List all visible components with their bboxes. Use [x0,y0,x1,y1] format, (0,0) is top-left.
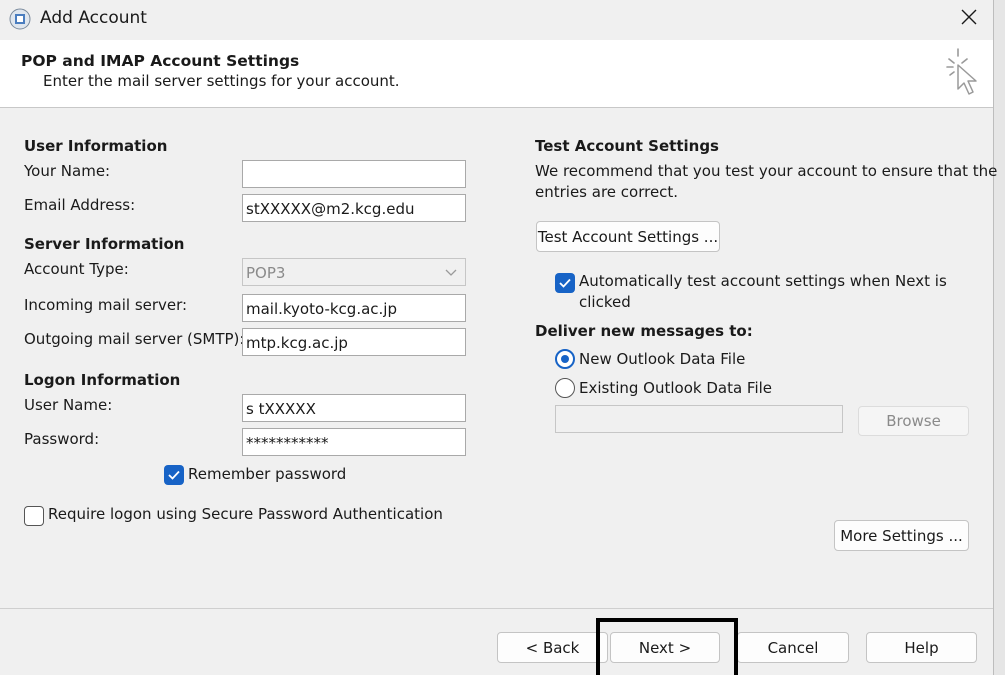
close-icon [960,8,978,30]
spa-checkbox[interactable] [24,506,44,526]
auto-test-label-line1[interactable]: Automatically test account settings when… [579,272,947,290]
radio-new-data-file[interactable] [555,349,575,369]
footer-divider [0,608,993,609]
email-label: Email Address: [24,196,136,214]
auto-test-checkbox[interactable] [555,273,575,293]
outgoing-server-label: Outgoing mail server (SMTP): [24,330,245,348]
user-info-heading: User Information [24,137,168,155]
test-description-line1: We recommend that you test your account … [535,162,998,180]
chevron-down-icon [438,260,464,284]
incoming-server-label: Incoming mail server: [24,296,188,314]
browse-button: Browse [858,406,969,436]
wizard-cursor-icon [942,45,984,99]
help-button[interactable]: Help [866,632,977,663]
password-input[interactable]: *********** [242,428,466,456]
outlook-account-icon [9,8,31,30]
server-info-heading: Server Information [24,235,185,253]
your-name-label: Your Name: [24,162,111,180]
existing-data-file-label[interactable]: Existing Outlook Data File [579,379,772,397]
outgoing-server-input[interactable]: mtp.kcg.ac.jp [242,328,466,356]
account-type-value: POP3 [246,264,286,282]
your-name-input[interactable] [242,160,466,188]
new-data-file-label[interactable]: New Outlook Data File [579,350,745,368]
more-settings-button[interactable]: More Settings ... [834,520,969,551]
test-settings-heading: Test Account Settings [535,137,719,155]
page-title: POP and IMAP Account Settings [21,52,300,70]
password-label: Password: [24,430,100,448]
incoming-server-input[interactable]: mail.kyoto-kcg.ac.jp [242,294,466,322]
auto-test-label-line2[interactable]: clicked [579,293,631,311]
remember-password-label[interactable]: Remember password [188,465,346,483]
test-description-line2: entries are correct. [535,183,679,201]
window-title: Add Account [40,8,147,28]
data-file-path-input [555,405,843,433]
logon-info-heading: Logon Information [24,371,181,389]
username-input[interactable]: s tXXXXX [242,394,466,422]
title-bar: Add Account [0,0,993,40]
account-type-label: Account Type: [24,260,129,278]
email-input[interactable]: stXXXXX@m2.kcg.edu [242,194,466,222]
close-button[interactable] [950,4,988,34]
checkmark-icon [559,278,571,288]
remember-password-checkbox[interactable] [164,465,184,485]
spa-label[interactable]: Require logon using Secure Password Auth… [48,505,443,523]
username-label: User Name: [24,396,113,414]
test-account-settings-button[interactable]: Test Account Settings ... [536,221,720,252]
next-button-highlight [596,618,738,675]
cancel-button[interactable]: Cancel [737,632,849,663]
back-button[interactable]: < Back [497,632,608,663]
radio-existing-data-file[interactable] [555,378,575,398]
deliver-heading: Deliver new messages to: [535,322,753,340]
header-band: POP and IMAP Account Settings Enter the … [0,40,993,108]
background-window-edge [993,0,1005,675]
account-type-select: POP3 [242,258,466,286]
checkmark-icon [168,470,180,480]
page-subtitle: Enter the mail server settings for your … [43,72,400,90]
